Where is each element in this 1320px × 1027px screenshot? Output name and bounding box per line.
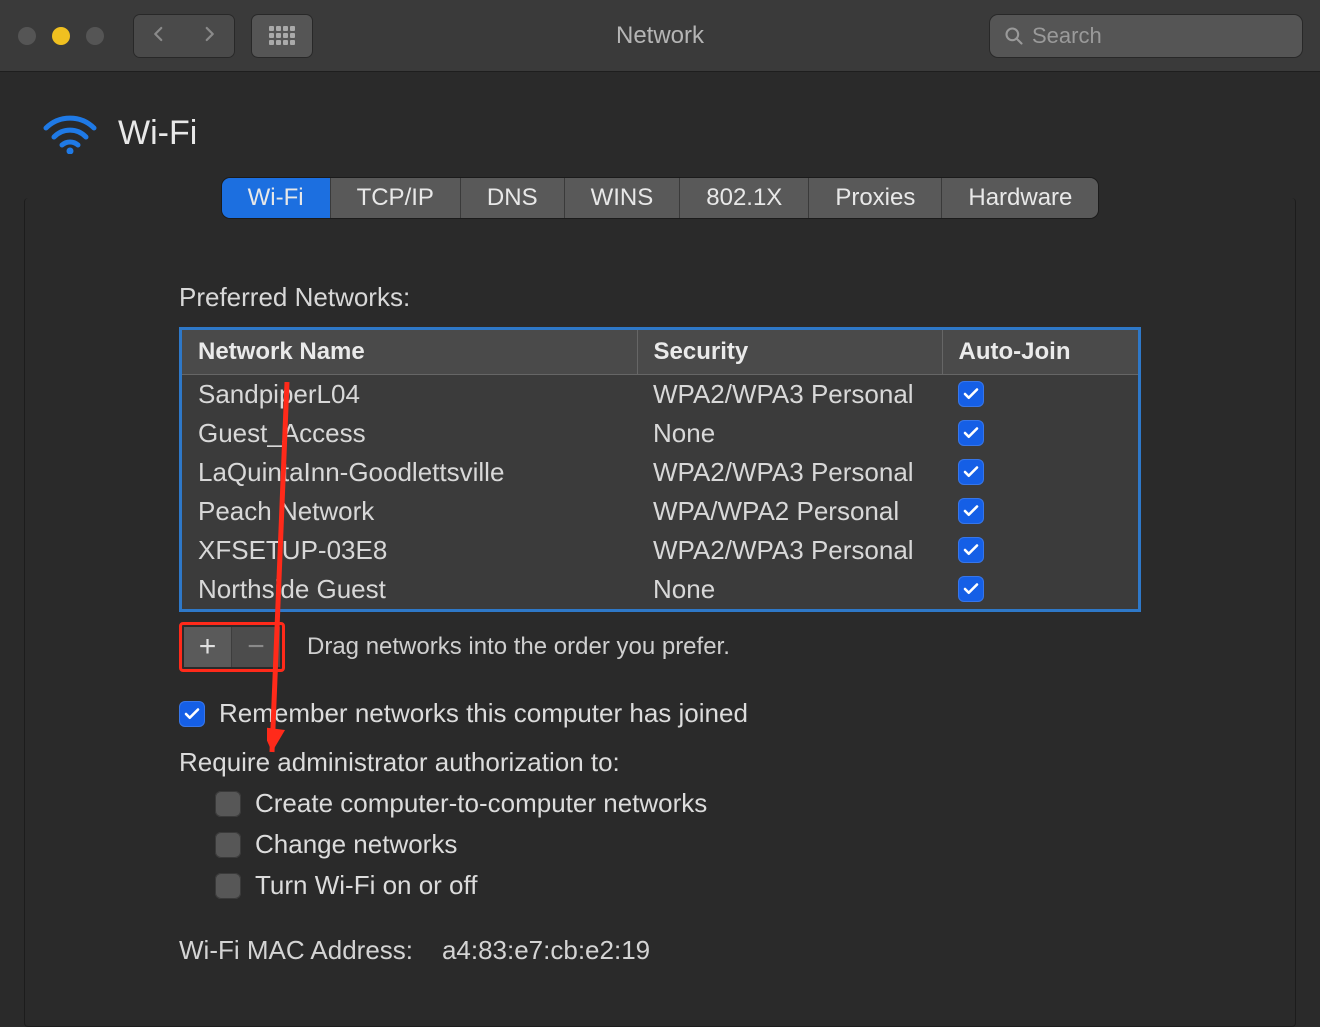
window-controls: [18, 27, 104, 45]
wifi-mac-row: Wi-Fi MAC Address: a4:83:e7:cb:e2:19: [179, 935, 1141, 966]
search-icon: [1004, 26, 1024, 46]
admin-opt-checkbox[interactable]: [215, 873, 241, 899]
network-security: WPA2/WPA3 Personal: [637, 531, 942, 570]
chevron-left-icon: [150, 25, 168, 43]
wifi-icon: [42, 112, 98, 154]
add-network-button[interactable]: +: [184, 627, 232, 667]
network-row[interactable]: SandpiperL04WPA2/WPA3 Personal: [182, 375, 1138, 415]
remember-networks-row[interactable]: Remember networks this computer has join…: [179, 698, 1141, 729]
drag-hint: Drag networks into the order you prefer.: [307, 633, 730, 661]
network-security: WPA2/WPA3 Personal: [637, 375, 942, 415]
col-auto-join[interactable]: Auto-Join: [942, 330, 1138, 375]
content: Wi-Fi Wi-FiTCP/IPDNSWINS802.1XProxiesHar…: [0, 72, 1320, 1027]
network-security: None: [637, 414, 942, 453]
network-name: Guest_Access: [182, 414, 637, 453]
auto-join-checkbox[interactable]: [958, 498, 984, 524]
admin-opt-label: Create computer-to-computer networks: [255, 788, 707, 819]
network-name: Peach Network: [182, 492, 637, 531]
network-row[interactable]: XFSETUP-03E8WPA2/WPA3 Personal: [182, 531, 1138, 570]
require-admin-label: Require administrator authorization to:: [179, 747, 1141, 778]
zoom-dot[interactable]: [86, 27, 104, 45]
network-row[interactable]: Peach NetworkWPA/WPA2 Personal: [182, 492, 1138, 531]
chevron-right-icon: [200, 25, 218, 43]
pane-title: Wi-Fi: [118, 114, 197, 153]
network-row[interactable]: Northside GuestNone: [182, 570, 1138, 609]
add-remove-group: + −: [179, 622, 285, 672]
nav-back-forward: [134, 15, 234, 57]
preferred-networks-table[interactable]: Network Name Security Auto-Join Sandpipe…: [179, 327, 1141, 612]
show-all-button[interactable]: [252, 15, 312, 57]
remember-networks-label: Remember networks this computer has join…: [219, 698, 748, 729]
wifi-mac-label: Wi-Fi MAC Address:: [179, 935, 413, 965]
auto-join-checkbox[interactable]: [958, 576, 984, 602]
grid-icon: [269, 26, 295, 45]
network-name: Northside Guest: [182, 570, 637, 609]
admin-opt-row[interactable]: Change networks: [215, 829, 1141, 860]
network-row[interactable]: Guest_AccessNone: [182, 414, 1138, 453]
network-name: LaQuintaInn-Goodlettsville: [182, 453, 637, 492]
auto-join-checkbox[interactable]: [958, 420, 984, 446]
admin-opt-checkbox[interactable]: [215, 832, 241, 858]
col-network-name[interactable]: Network Name: [182, 330, 637, 375]
search-field[interactable]: [990, 15, 1302, 57]
preferred-networks-label: Preferred Networks:: [179, 282, 1141, 313]
network-row[interactable]: LaQuintaInn-GoodlettsvilleWPA2/WPA3 Pers…: [182, 453, 1138, 492]
remove-network-button[interactable]: −: [232, 627, 280, 667]
remember-networks-checkbox[interactable]: [179, 701, 205, 727]
titlebar: Network: [0, 0, 1320, 72]
wifi-panel: Preferred Networks: Network Name Securit…: [24, 198, 1296, 1027]
auto-join-checkbox[interactable]: [958, 537, 984, 563]
back-button[interactable]: [134, 15, 184, 57]
admin-opt-row[interactable]: Create computer-to-computer networks: [215, 788, 1141, 819]
network-security: WPA/WPA2 Personal: [637, 492, 942, 531]
admin-opt-label: Change networks: [255, 829, 457, 860]
pane-header: Wi-Fi: [42, 112, 1296, 154]
minimize-dot[interactable]: [52, 27, 70, 45]
network-name: XFSETUP-03E8: [182, 531, 637, 570]
check-icon: [183, 705, 201, 723]
admin-opt-checkbox[interactable]: [215, 791, 241, 817]
forward-button[interactable]: [184, 15, 234, 57]
admin-opt-label: Turn Wi-Fi on or off: [255, 870, 478, 901]
auto-join-checkbox[interactable]: [958, 381, 984, 407]
network-security: WPA2/WPA3 Personal: [637, 453, 942, 492]
close-dot[interactable]: [18, 27, 36, 45]
network-name: SandpiperL04: [182, 375, 637, 415]
admin-opt-row[interactable]: Turn Wi-Fi on or off: [215, 870, 1141, 901]
auto-join-checkbox[interactable]: [958, 459, 984, 485]
col-security[interactable]: Security: [637, 330, 942, 375]
network-security: None: [637, 570, 942, 609]
wifi-mac-value: a4:83:e7:cb:e2:19: [442, 935, 650, 965]
search-input[interactable]: [1032, 23, 1288, 49]
